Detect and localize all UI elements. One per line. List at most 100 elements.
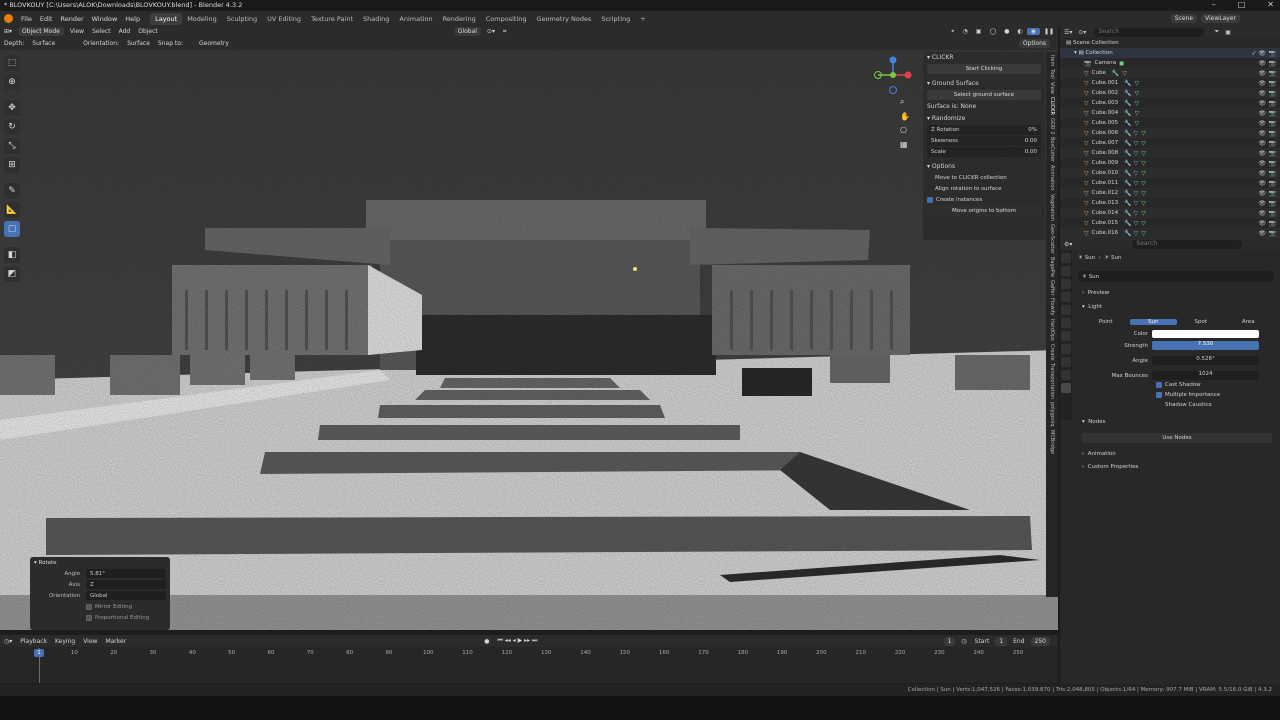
- outliner-row[interactable]: ▽ Cube.001 🔧 ▽ 👁 📷: [1060, 78, 1280, 88]
- ground-surface-header[interactable]: ▾ Ground Surface: [923, 78, 1045, 89]
- annotate-icon[interactable]: ✎: [4, 183, 20, 199]
- extra-tool-2-icon[interactable]: ◩: [4, 266, 20, 282]
- render-visibility-icon[interactable]: 📷: [1269, 60, 1276, 67]
- mesh-data-icon[interactable]: ▽: [1135, 100, 1140, 107]
- render-visibility-icon[interactable]: 📷: [1269, 210, 1276, 217]
- view-layer-selector[interactable]: ViewLayer: [1201, 14, 1240, 23]
- transform-icon[interactable]: ⊞: [4, 157, 20, 173]
- tab-uv-editing[interactable]: UV Editing: [262, 13, 306, 25]
- tab-compositing[interactable]: Compositing: [481, 13, 532, 25]
- mesh-data-icon[interactable]: ▽: [1141, 210, 1146, 217]
- menu-edit[interactable]: Edit: [36, 15, 57, 23]
- tab-hardops[interactable]: HardOps: [1049, 319, 1055, 341]
- angle-field[interactable]: 5.81°: [86, 569, 166, 578]
- move-icon[interactable]: ✥: [4, 100, 20, 116]
- render-visibility-icon[interactable]: 📷: [1269, 180, 1276, 187]
- outliner-row[interactable]: ▽ Cube.005 🔧 ▽ 👁 📷: [1060, 118, 1280, 128]
- tab-tool[interactable]: Tool: [1049, 69, 1055, 79]
- tab-view[interactable]: View: [1049, 82, 1055, 94]
- tab-transportation[interactable]: Transportation: [1049, 363, 1055, 399]
- shadow-caustics-checkbox[interactable]: [1156, 402, 1162, 408]
- select-ground-button[interactable]: Select ground surface: [927, 90, 1041, 100]
- editor-type-icon[interactable]: ⊞▾: [0, 28, 16, 35]
- outliner-row[interactable]: 📷 Camera ◼ 👁 📷: [1060, 58, 1280, 68]
- mirror-checkbox[interactable]: [86, 603, 92, 610]
- visibility-eye-icon[interactable]: 👁: [1258, 130, 1266, 137]
- mesh-data-icon[interactable]: ▽: [1141, 150, 1146, 157]
- maximize-button[interactable]: □: [1238, 0, 1246, 10]
- mesh-data-icon[interactable]: ▽: [1135, 120, 1140, 127]
- menu-add[interactable]: Add: [115, 28, 135, 35]
- scene-tab-icon[interactable]: [1061, 305, 1071, 315]
- outliner-row[interactable]: ▽ Cube.007 🔧 ▽ ▽ 👁 📷: [1060, 138, 1280, 148]
- render-visibility-icon[interactable]: 📷: [1269, 230, 1276, 237]
- tab-gaffer[interactable]: Gaffer: [1049, 280, 1055, 296]
- physics-tab-icon[interactable]: [1061, 370, 1071, 380]
- outliner-search-input[interactable]: Search: [1094, 27, 1205, 37]
- object-tab-icon[interactable]: [1061, 344, 1071, 354]
- light-type-point[interactable]: Point: [1082, 319, 1130, 325]
- orientation-selector[interactable]: Global: [453, 27, 481, 36]
- visibility-eye-icon[interactable]: 👁: [1258, 180, 1266, 187]
- tab-modeling[interactable]: Modeling: [182, 13, 222, 25]
- mesh-data-icon[interactable]: ▽: [1141, 230, 1146, 237]
- modifier-icon[interactable]: 🔧: [1124, 90, 1131, 97]
- tab-rendering[interactable]: Rendering: [438, 13, 481, 25]
- render-visibility-icon[interactable]: 📷: [1269, 200, 1276, 207]
- tab-animation[interactable]: Animation: [394, 13, 437, 25]
- outliner-row[interactable]: ▽ Cube.009 🔧 ▽ ▽ 👁 📷: [1060, 158, 1280, 168]
- tab-layout[interactable]: Layout: [150, 12, 183, 25]
- outliner-row[interactable]: ▽ Cube.003 🔧 ▽ 👁 📷: [1060, 98, 1280, 108]
- mode-selector[interactable]: Object Mode: [18, 27, 64, 36]
- menu-select[interactable]: Select: [88, 28, 115, 35]
- snap-icon[interactable]: ⌗: [499, 28, 510, 36]
- tab-geometry-nodes[interactable]: Geometry Nodes: [532, 13, 597, 25]
- render-visibility-icon[interactable]: 📷: [1269, 150, 1276, 157]
- world-tab-icon[interactable]: [1061, 318, 1071, 328]
- modifier-icon[interactable]: 🔧 ▽: [1124, 220, 1138, 227]
- modifier-icon[interactable]: 🔧 ▽: [1124, 130, 1138, 137]
- start-frame-field[interactable]: 1: [995, 636, 1008, 646]
- menu-file[interactable]: File: [17, 15, 36, 23]
- collection-row[interactable]: ▾ ▤ Collection ✓ 👁 📷: [1060, 48, 1280, 58]
- shadow-caustics-row[interactable]: Shadow Caustics: [1156, 402, 1212, 408]
- tab-geo-scatter[interactable]: Geo-Scatter: [1049, 224, 1055, 254]
- view-layer-tab-icon[interactable]: [1061, 292, 1071, 302]
- camera-view-icon[interactable]: ⎔: [900, 126, 914, 135]
- visibility-eye-icon[interactable]: 👁: [1258, 160, 1266, 167]
- light-data-tab-icon[interactable]: [1061, 383, 1071, 393]
- mesh-data-icon[interactable]: ▽: [1135, 90, 1140, 97]
- tab-scripting[interactable]: Scripting: [596, 13, 635, 25]
- mesh-data-icon[interactable]: ▽: [1135, 110, 1140, 117]
- mesh-data-icon[interactable]: ◼: [1119, 60, 1124, 67]
- outliner-row[interactable]: ▽ Cube.014 🔧 ▽ ▽ 👁 📷: [1060, 208, 1280, 218]
- xray-toggle-icon[interactable]: ▣: [972, 28, 986, 35]
- animation-panel-header[interactable]: › Animation: [1082, 451, 1116, 457]
- snap-selector[interactable]: Geometry: [195, 40, 233, 47]
- modifier-icon[interactable]: 🔧 ▽: [1124, 210, 1138, 217]
- options-button[interactable]: Options: [1018, 39, 1050, 48]
- proportional-checkbox[interactable]: [86, 614, 92, 621]
- visibility-eye-icon[interactable]: 👁: [1258, 100, 1266, 107]
- perspective-toggle-icon[interactable]: ▦: [900, 140, 914, 149]
- zoom-icon[interactable]: ⌕: [900, 97, 914, 107]
- visibility-eye-icon[interactable]: 👁: [1258, 170, 1266, 177]
- properties-editor-icon[interactable]: ⚙▾: [1064, 241, 1072, 248]
- strength-field[interactable]: 7.530: [1152, 341, 1259, 350]
- cast-shadow-checkbox[interactable]: [1156, 382, 1162, 388]
- render-visibility-icon[interactable]: 📷: [1269, 140, 1276, 147]
- render-visibility-icon[interactable]: 📷: [1269, 190, 1276, 197]
- tool-props-tab-icon[interactable]: [1061, 253, 1071, 263]
- menu-render[interactable]: Render: [56, 15, 87, 23]
- menu-keying[interactable]: Keying: [51, 638, 79, 645]
- tab-flowify[interactable]: Flowify: [1049, 298, 1055, 315]
- select-box-icon[interactable]: ⬚: [4, 55, 20, 71]
- add-workspace-button[interactable]: +: [635, 13, 650, 25]
- render-visibility-icon[interactable]: 📷: [1269, 110, 1276, 117]
- visibility-eye-icon[interactable]: 👁: [1258, 90, 1266, 97]
- tab-item[interactable]: Item: [1049, 55, 1055, 66]
- visibility-eye-icon[interactable]: 👁: [1258, 60, 1266, 67]
- outliner-row[interactable]: ▽ Cube.004 🔧 ▽ 👁 📷: [1060, 108, 1280, 118]
- pivot-icon[interactable]: ⊙▾: [483, 28, 499, 35]
- visibility-eye-icon[interactable]: 👁: [1258, 150, 1266, 157]
